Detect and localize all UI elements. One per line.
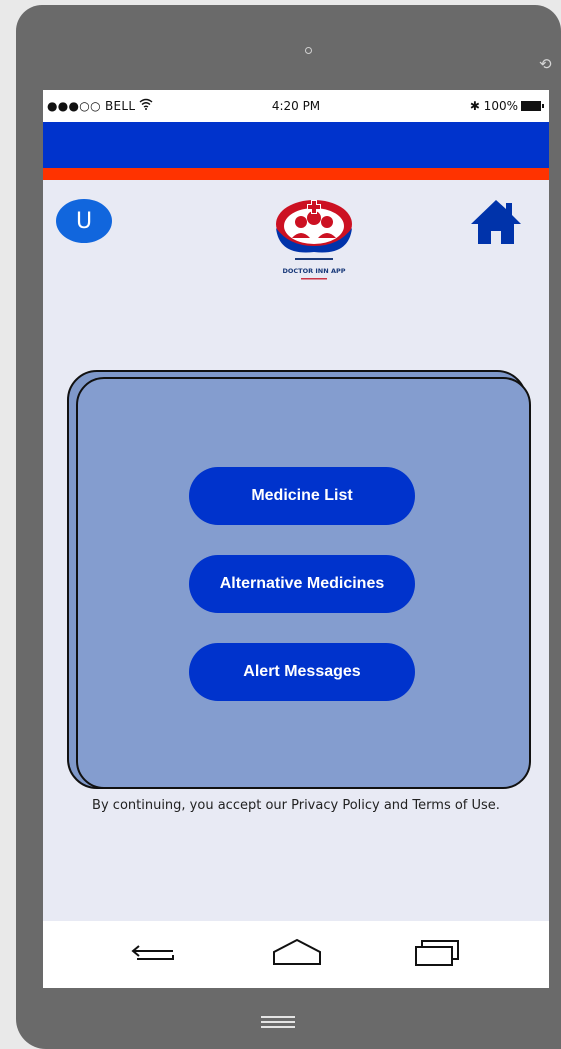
- camera-dot: [305, 47, 312, 54]
- legal-notice: By continuing, you accept our Privacy Po…: [92, 798, 500, 813]
- battery-status: ✱ 100%: [469, 99, 544, 113]
- back-icon[interactable]: [129, 937, 179, 967]
- top-app-bar: [43, 122, 549, 168]
- battery-icon: [521, 101, 544, 111]
- hamburger-icon: [261, 1016, 295, 1031]
- medicine-list-button[interactable]: Medicine List: [189, 467, 415, 525]
- battery-label: ✱ 100%: [469, 99, 518, 113]
- app-logo: DOCTOR INN APP: [276, 200, 352, 280]
- status-bar: ●●●○○ BELL 4:20 PM ✱ 100%: [43, 90, 549, 122]
- system-nav-bar: [43, 921, 549, 988]
- alternative-medicines-button[interactable]: Alternative Medicines: [189, 555, 415, 613]
- recent-apps-icon[interactable]: [414, 937, 464, 969]
- app-screen: ●●●○○ BELL 4:20 PM ✱ 100% U DOCTOR INN A…: [43, 90, 549, 988]
- home-icon[interactable]: [469, 198, 523, 246]
- logo-caption: DOCTOR INN APP: [282, 267, 345, 275]
- home-nav-icon[interactable]: [272, 937, 322, 967]
- user-avatar[interactable]: U: [56, 199, 112, 243]
- accent-stripe: [43, 168, 549, 180]
- alert-messages-button[interactable]: Alert Messages: [189, 643, 415, 701]
- rotate-icon: ⟲: [539, 55, 552, 73]
